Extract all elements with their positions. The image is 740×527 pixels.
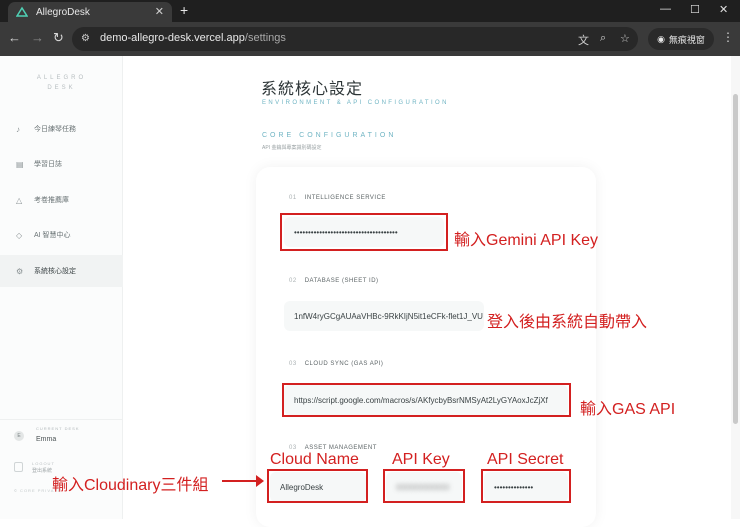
minimize-button[interactable]: — [660, 3, 671, 15]
logout-icon [14, 462, 23, 472]
highlight-api-secret [481, 469, 571, 503]
field-label-cloud-sync: 03 CLOUD SYNC (GAS API) [289, 361, 384, 367]
ai-icon: ◇ [16, 230, 23, 240]
highlight-api-key [383, 469, 465, 503]
site-info-icon[interactable]: ⚙ [81, 33, 93, 45]
translate-icon[interactable]: 文 [578, 32, 589, 48]
highlight-gas-field [282, 383, 571, 417]
scrollbar-thumb[interactable] [733, 94, 738, 424]
sidebar: ALLEGRO DESK ♪ 今日練琴任務 ▤ 學習日誌 △ 考卷推薦庫 ◇ A… [0, 56, 123, 519]
sidebar-item-journal[interactable]: ▤ 學習日誌 [0, 148, 123, 180]
annotation-gemini: 輸入Gemini API Key [454, 232, 599, 249]
close-window-button[interactable]: ✕ [719, 3, 728, 16]
reload-icon[interactable]: ↻ [53, 30, 64, 46]
zoom-icon[interactable]: ⌕ [600, 32, 606, 45]
browser-tab[interactable]: AllegroDesk ✕ [8, 2, 172, 22]
bookmark-star-icon[interactable]: ☆ [620, 32, 630, 45]
section-title: CORE CONFIGURATION [262, 132, 397, 139]
url-text: demo-allegro-desk.vercel.app/settings [100, 32, 286, 44]
field-label-intelligence: 01 INTELLIGENCE SERVICE [289, 195, 386, 201]
sidebar-item-today-tasks[interactable]: ♪ 今日練琴任務 [0, 113, 123, 145]
gear-icon: ⚙ [16, 266, 24, 276]
back-arrow-icon[interactable]: ← [8, 30, 21, 45]
journal-icon: ▤ [16, 159, 24, 169]
incognito-indicator[interactable]: ◉ 無痕視窗 [648, 28, 714, 50]
incognito-icon: ◉ [657, 33, 665, 44]
annotation-api-secret: API Secret [487, 451, 564, 468]
browser-menu-icon[interactable]: ⋮ [722, 30, 734, 44]
tab-title: AllegroDesk [36, 6, 90, 18]
annotation-api-key: API Key [392, 451, 450, 468]
browser-titlebar: AllegroDesk ✕ + — ☐ ✕ [0, 0, 740, 22]
sheet-id-input[interactable]: 1nfW4ryGCgAUAaVHBc-9RkKIjN5it1eCFk-flet1… [284, 301, 484, 331]
sidebar-item-ai-center[interactable]: ◇ AI 智慧中心 [0, 219, 123, 251]
annotation-cloudinary: 輸入Cloudinary三件組 [52, 477, 209, 494]
current-user: E CURRENT DESK Emma [0, 419, 123, 453]
annotation-cloud-name: Cloud Name [270, 451, 359, 468]
browser-toolbar: ← → ↻ ⚙ demo-allegro-desk.vercel.app/set… [0, 22, 740, 56]
mountain-icon: △ [16, 195, 23, 205]
forward-arrow-icon[interactable]: → [31, 30, 44, 45]
tab-close-icon[interactable]: ✕ [155, 5, 164, 18]
app-favicon-icon [16, 6, 28, 18]
address-bar[interactable]: ⚙ demo-allegro-desk.vercel.app/settings … [72, 27, 638, 51]
annotation-sheet: 登入後由系統自動帶入 [487, 314, 648, 331]
annotation-gas: 輸入GAS API [580, 401, 676, 418]
avatar: E [14, 431, 24, 441]
page-subtitle: ENVIRONMENT & API CONFIGURATION [262, 100, 449, 106]
music-icon: ♪ [16, 124, 20, 134]
user-caption: CURRENT DESK [36, 426, 80, 431]
page-title: 系統核心設定 [261, 81, 364, 98]
highlight-cloud-name [267, 469, 368, 503]
new-tab-button[interactable]: + [180, 2, 188, 18]
highlight-gemini-field [280, 213, 448, 251]
sidebar-item-library[interactable]: △ 考卷推薦庫 [0, 184, 123, 216]
brand-logo: ALLEGRO DESK [36, 75, 87, 91]
app-root: ALLEGRO DESK ♪ 今日練琴任務 ▤ 學習日誌 △ 考卷推薦庫 ◇ A… [0, 56, 740, 527]
field-label-database: 02 DATABASE (SHEET ID) [289, 278, 379, 284]
sidebar-item-settings[interactable]: ⚙ 系統核心設定 [0, 255, 123, 287]
section-description: API 金鑰與專案識別碼設定 [262, 145, 322, 151]
user-name: Emma [36, 436, 57, 443]
maximize-button[interactable]: ☐ [690, 3, 700, 16]
annotation-arrow [222, 475, 264, 487]
